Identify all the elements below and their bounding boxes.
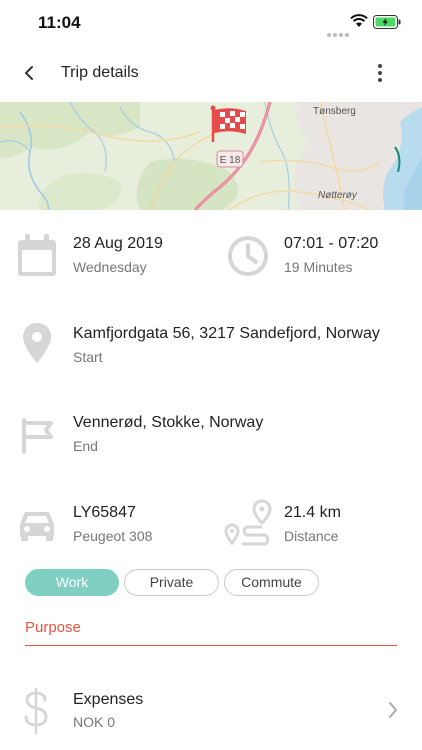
distance-label: Distance <box>284 528 339 544</box>
trip-distance: 21.4 km <box>284 504 341 521</box>
category-private-chip[interactable]: Private <box>124 569 219 596</box>
route-icon <box>224 499 272 546</box>
back-button[interactable] <box>20 62 40 84</box>
expenses-row[interactable]: Expenses NOK 0 <box>0 680 422 750</box>
battery-icon <box>373 15 401 29</box>
trip-weekday: Wednesday <box>73 259 147 275</box>
purpose-underline <box>25 645 397 646</box>
car-icon <box>20 512 54 541</box>
expenses-value: NOK 0 <box>73 714 116 730</box>
category-commute-chip[interactable]: Commute <box>224 569 319 596</box>
vehicle-plate: LY65847 <box>73 504 136 521</box>
page-title: Trip details <box>61 64 139 81</box>
more-options-icon[interactable] <box>370 60 390 86</box>
chevron-right-icon <box>389 702 397 718</box>
road-label: E 18 <box>220 155 241 166</box>
status-bar: 11:04 <box>0 0 422 44</box>
signal-icon <box>327 24 351 42</box>
trip-map[interactable]: E 18 Tønsberg Nøtterøy <box>0 102 422 210</box>
category-work-chip[interactable]: Work <box>25 569 119 596</box>
wifi-icon <box>350 14 368 27</box>
nav-bar: Trip details <box>0 44 422 102</box>
end-label: End <box>73 438 98 454</box>
purpose-input[interactable]: Purpose <box>25 619 81 636</box>
start-label: Start <box>73 349 103 365</box>
dollar-icon <box>24 688 48 734</box>
clock-icon <box>228 236 268 276</box>
flag-icon <box>22 418 53 454</box>
location-pin-icon <box>23 323 51 363</box>
trip-date: 28 Aug 2019 <box>73 235 163 252</box>
vehicle-model: Peugeot 308 <box>73 528 153 544</box>
start-address: Kamfjordgata 56, 3217 Sandefjord, Norway <box>73 325 380 342</box>
calendar-icon <box>18 234 56 276</box>
status-time: 11:04 <box>38 13 81 32</box>
trip-time-range: 07:01 - 07:20 <box>284 235 379 252</box>
expenses-title: Expenses <box>73 691 144 708</box>
map-label-tonsberg: Tønsberg <box>313 106 356 117</box>
end-address: Vennerød, Stokke, Norway <box>73 414 264 431</box>
map-label-notteroy: Nøtterøy <box>318 190 358 201</box>
trip-duration: 19 Minutes <box>284 259 353 275</box>
